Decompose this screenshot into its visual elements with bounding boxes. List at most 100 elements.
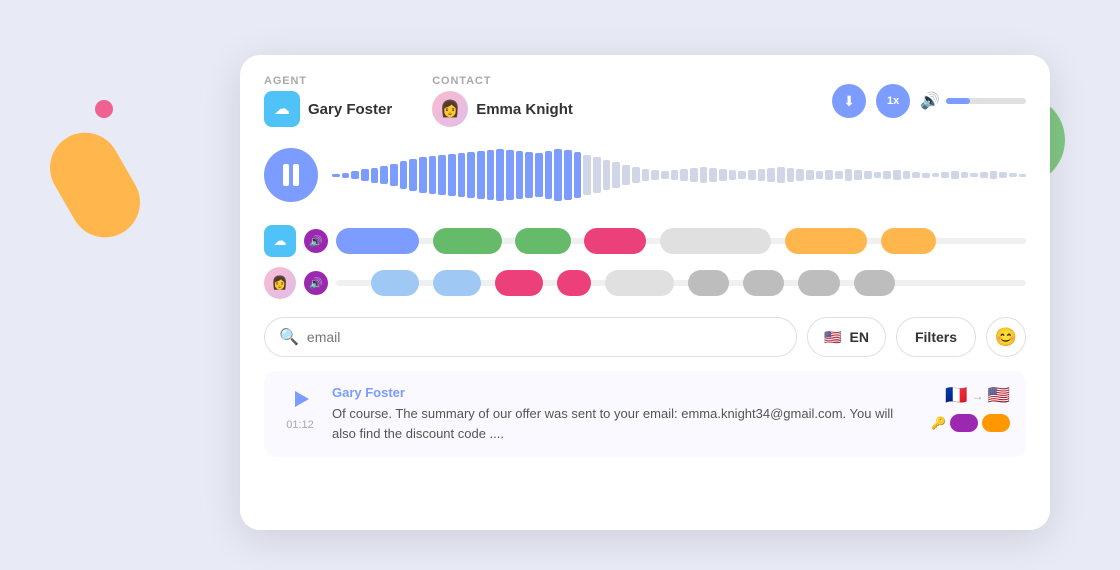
language-label: EN [850, 329, 869, 345]
waveform-bar [361, 169, 369, 181]
waveform-bars [332, 145, 1026, 205]
waveform-bar [535, 153, 543, 197]
contact-avatar: 👩 [432, 91, 468, 127]
waveform-bar [758, 169, 766, 181]
track-segment [798, 270, 839, 296]
track-segment [495, 270, 543, 296]
waveform-bar [1009, 173, 1017, 177]
waveform-bar [642, 169, 650, 181]
contact-track-avatar: 👩 [264, 267, 296, 299]
waveform-bar [951, 171, 959, 179]
decorative-pink-dot [95, 100, 113, 118]
play-button[interactable] [286, 385, 314, 413]
waveform-bar [961, 172, 969, 178]
waveform-bar [603, 160, 611, 190]
volume-fill [946, 98, 970, 104]
track-segment [336, 228, 419, 254]
track-segment [515, 228, 570, 254]
waveform-bar [419, 157, 427, 193]
transcript-speaker: Gary Foster [332, 385, 918, 400]
search-box[interactable]: 🔍 [264, 317, 797, 357]
waveform-bar [351, 171, 359, 179]
contact-info: 👩 Emma Knight [432, 91, 573, 127]
waveform-bar [429, 156, 437, 194]
emoji-button[interactable]: 😊 [986, 317, 1026, 357]
waveform-bar [874, 172, 882, 178]
waveform-bar [506, 150, 514, 200]
waveform-bar [912, 172, 920, 178]
download-button[interactable]: ⬇ [832, 84, 866, 118]
track-lanes: ☁ 🔊 👩 🔊 [264, 223, 1026, 301]
contact-name: Emma Knight [476, 101, 573, 118]
volume-icon: 🔊 [920, 91, 940, 111]
waveform-bar [400, 161, 408, 189]
timestamp: 01:12 [286, 419, 314, 431]
volume-bar[interactable] [946, 98, 1026, 104]
waveform-bar [825, 170, 833, 180]
agent-track-lane: ☁ 🔊 [264, 223, 1026, 259]
waveform-bar [893, 170, 901, 180]
emoji-icon: 😊 [995, 327, 1017, 348]
tag-orange [982, 414, 1010, 432]
transcript-left: 01:12 [280, 385, 320, 443]
transcript-right: 🇫🇷 → 🇺🇸 🔑 [930, 385, 1010, 443]
waveform-bar [941, 172, 949, 178]
track-segment [433, 270, 481, 296]
waveform-bar [970, 173, 978, 177]
agent-track-line[interactable] [336, 238, 1026, 244]
waveform-bar [487, 150, 495, 200]
track-segment [854, 270, 895, 296]
tag-row: 🔑 [931, 414, 1010, 432]
waveform-bar [980, 172, 988, 178]
waveform-bar [680, 169, 688, 181]
header-row: AGENT ☁ Gary Foster CONTACT 👩 Emma Knigh… [264, 75, 1026, 127]
waveform-bar [700, 167, 708, 183]
waveform-bar [409, 159, 417, 191]
waveform-bar [574, 152, 582, 198]
transcript-main: Gary Foster Of course. The summary of ou… [332, 385, 918, 443]
waveform-bar [583, 155, 591, 195]
main-card: AGENT ☁ Gary Foster CONTACT 👩 Emma Knigh… [240, 55, 1050, 530]
language-button[interactable]: 🇺🇸 EN [807, 317, 886, 357]
arrow-icon: → [972, 389, 984, 403]
waveform-bar [371, 168, 379, 183]
track-segment [584, 228, 646, 254]
decorative-orange-pill [37, 120, 153, 250]
track-segment [605, 270, 674, 296]
track-segment [557, 270, 592, 296]
waveform-canvas[interactable] [332, 145, 1026, 205]
waveform-bar [651, 170, 659, 180]
speed-button[interactable]: 1x [876, 84, 910, 118]
waveform-bar [738, 171, 746, 179]
filters-button[interactable]: Filters [896, 317, 976, 357]
waveform-bar [922, 173, 930, 178]
waveform-bar [883, 171, 891, 179]
waveform-bar [525, 152, 533, 198]
controls-group: ⬇ 1x 🔊 [832, 84, 1026, 118]
search-input[interactable] [307, 329, 782, 345]
waveform-bar [438, 155, 446, 195]
waveform-bar [545, 151, 553, 199]
waveform-bar [806, 170, 814, 180]
agent-group: AGENT ☁ Gary Foster [264, 75, 392, 127]
waveform-bar [390, 164, 398, 186]
waveform-bar [564, 150, 572, 200]
waveform-bar [999, 172, 1007, 178]
agent-info: ☁ Gary Foster [264, 91, 392, 127]
contact-track-line[interactable] [336, 280, 1026, 286]
flag-fr-icon: 🇫🇷 [945, 385, 967, 406]
waveform-bar [864, 171, 872, 179]
waveform-bar [593, 157, 601, 193]
waveform-bar [719, 169, 727, 181]
waveform-section [264, 141, 1026, 209]
transcript-text: Of course. The summary of our offer was … [332, 404, 918, 443]
pause-button[interactable] [264, 148, 318, 202]
track-segment [785, 228, 868, 254]
waveform-bar [990, 171, 998, 179]
waveform-bar [661, 171, 669, 179]
key-icon: 🔑 [931, 416, 946, 430]
waveform-bar [796, 169, 804, 181]
waveform-bar [554, 149, 562, 201]
waveform-bar [671, 170, 679, 180]
waveform-bar [516, 151, 524, 199]
